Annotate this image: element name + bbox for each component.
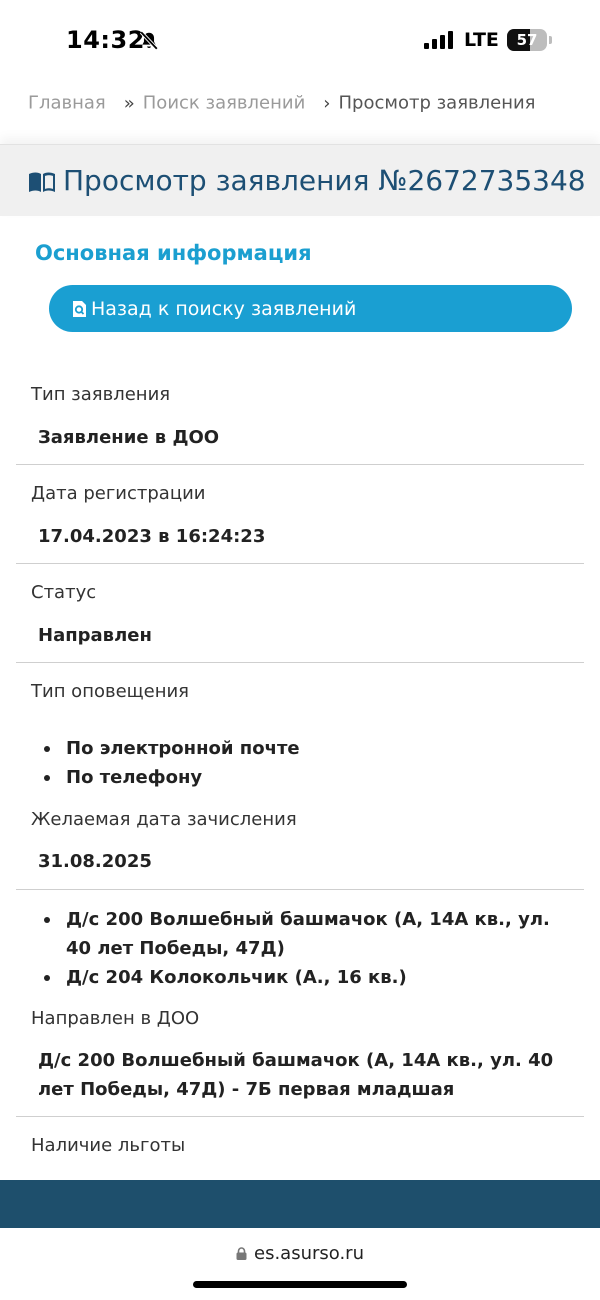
- divider: [16, 889, 584, 890]
- field-value-type: Заявление в ДОО: [38, 427, 220, 448]
- field-label-registration-date: Дата регистрации: [31, 483, 206, 504]
- field-label-benefit: Наличие льготы: [31, 1135, 186, 1156]
- divider: [16, 662, 584, 663]
- breadcrumb: Главная » Поиск заявлений › Просмотр заявлен…: [28, 92, 536, 114]
- field-label-notification: Тип оповещения: [31, 681, 189, 702]
- field-value-directed: Д/с 200 Волшебный башмачок (А, 14А кв., …: [38, 1050, 554, 1100]
- home-indicator[interactable]: [193, 1281, 407, 1288]
- list-item: Д/с 200 Волшебный башмачок (А, 14А кв., …: [44, 905, 566, 963]
- field-value-status: Направлен: [38, 625, 152, 646]
- bell-slash-icon: [139, 31, 159, 51]
- lock-icon: [236, 1247, 247, 1260]
- list-item: Д/с 204 Колокольчик (А., 16 кв.): [44, 963, 566, 992]
- field-value-registration-date: 17.04.2023 в 16:24:23: [38, 526, 266, 547]
- status-time: 14:32: [66, 26, 145, 54]
- signal-icon: [424, 31, 453, 49]
- back-button-label: Назад к поиску заявлений: [91, 297, 357, 320]
- breadcrumb-separator: »: [123, 92, 135, 114]
- status-bar: 14:32 LTE 57: [0, 0, 600, 80]
- breadcrumb-home[interactable]: Главная: [28, 93, 106, 114]
- field-label-desired-date: Желаемая дата зачисления: [31, 809, 297, 830]
- breadcrumb-search[interactable]: Поиск заявлений: [143, 93, 306, 114]
- url-text: es.asurso.ru: [254, 1243, 364, 1264]
- section-heading: Основная информация: [35, 241, 312, 265]
- url-display[interactable]: es.asurso.ru: [0, 1243, 600, 1264]
- breadcrumb-separator: ›: [323, 92, 331, 114]
- list-item: По электронной почте: [44, 734, 566, 763]
- browser-address-bar[interactable]: es.asurso.ru: [0, 1228, 600, 1300]
- back-to-search-button[interactable]: Назад к поиску заявлений: [49, 285, 572, 332]
- divider: [16, 464, 584, 465]
- divider: [16, 1116, 584, 1117]
- site-footer: [0, 1180, 600, 1228]
- breadcrumb-current: Просмотр заявления: [338, 92, 536, 114]
- divider: [16, 563, 584, 564]
- field-value-desired-date: 31.08.2025: [38, 851, 152, 872]
- notification-list: По электронной почте По телефону: [44, 734, 566, 792]
- page-header: Просмотр заявления №2672735348: [0, 144, 600, 216]
- open-book-icon: [29, 172, 55, 192]
- list-item: По телефону: [44, 763, 566, 792]
- search-document-icon: [73, 300, 86, 317]
- field-label-type: Тип заявления: [31, 384, 171, 405]
- field-label-status: Статус: [31, 582, 97, 603]
- preferred-doo-list: Д/с 200 Волшебный башмачок (А, 14А кв., …: [44, 905, 566, 992]
- battery-icon: 57: [507, 29, 552, 51]
- battery-level: 57: [516, 31, 538, 49]
- page-title: Просмотр заявления №2672735348: [63, 164, 586, 197]
- network-type: LTE: [464, 29, 499, 51]
- field-label-directed: Направлен в ДОО: [31, 1008, 200, 1029]
